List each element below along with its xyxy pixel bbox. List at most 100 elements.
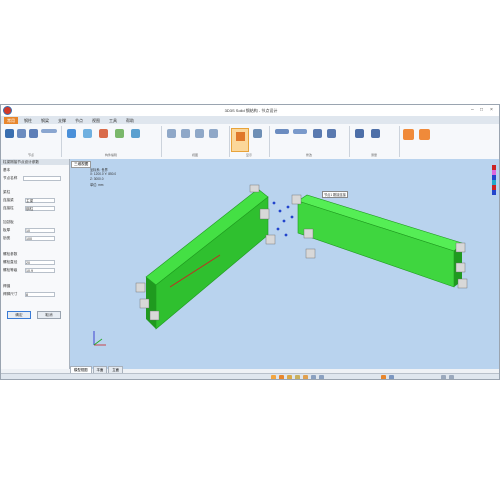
connection-plate[interactable] bbox=[135, 282, 146, 293]
array-icon[interactable] bbox=[17, 129, 26, 138]
mirror-icon[interactable] bbox=[29, 129, 38, 138]
ortho-icon[interactable] bbox=[287, 375, 292, 379]
bolt[interactable] bbox=[284, 233, 288, 237]
weld-size-field[interactable]: 8 bbox=[25, 292, 55, 297]
tab-home[interactable]: 常用 bbox=[4, 117, 18, 124]
connection-plate[interactable] bbox=[259, 208, 270, 220]
view-front-icon[interactable] bbox=[167, 129, 176, 138]
bolt[interactable] bbox=[278, 209, 282, 213]
section-beam-column: 梁柱 bbox=[3, 190, 11, 194]
lineweight-icon[interactable] bbox=[319, 375, 324, 379]
connection-plate[interactable] bbox=[305, 248, 316, 259]
parameter-panel: 柱梁刚接节点设计参数 基本 节点名称 梁柱 连接梁 主梁 连接柱 钢柱 加劲板 … bbox=[1, 159, 70, 369]
connection-plate[interactable] bbox=[457, 278, 468, 289]
bolt-diameter-field[interactable]: 20 bbox=[25, 260, 55, 265]
window-title: 3D3S Solid 钢结构 - 节点设计 bbox=[224, 108, 278, 113]
extend-icon[interactable] bbox=[115, 129, 124, 138]
connection-plate[interactable] bbox=[149, 310, 160, 321]
app-logo-icon[interactable] bbox=[3, 106, 12, 115]
bolt[interactable] bbox=[286, 205, 290, 209]
connection-plate[interactable] bbox=[139, 298, 150, 309]
3d-viewport[interactable]: 三维视图 坐标系: 世界 X: 1200.0 Y: 850.0 Z: 3000.… bbox=[70, 159, 499, 369]
bolt-grade-field[interactable]: 10.9 bbox=[25, 268, 55, 273]
ribbon-group-edit: 构件编辑 bbox=[61, 126, 162, 157]
title-bar: 3D3S Solid 钢结构 - 节点设计 – □ × bbox=[1, 105, 499, 116]
view-side-icon[interactable] bbox=[181, 129, 190, 138]
tab-brace[interactable]: 支撑 bbox=[55, 117, 69, 124]
grid-icon[interactable] bbox=[279, 375, 284, 379]
tab-help[interactable]: 帮助 bbox=[123, 117, 137, 124]
tab-view[interactable]: 视图 bbox=[89, 117, 103, 124]
properties-icon[interactable] bbox=[313, 129, 322, 138]
view-top-icon[interactable] bbox=[195, 129, 204, 138]
cancel-button[interactable]: 取消 bbox=[37, 311, 61, 319]
rib-width-field[interactable]: 100 bbox=[25, 236, 55, 241]
color-legend bbox=[492, 165, 496, 195]
tab-node[interactable]: 节点 bbox=[72, 117, 86, 124]
edit-icon[interactable] bbox=[41, 129, 57, 133]
polar-icon[interactable] bbox=[295, 375, 300, 379]
delete-icon[interactable] bbox=[99, 129, 108, 138]
trim-icon[interactable] bbox=[131, 129, 140, 138]
distance-icon[interactable] bbox=[371, 129, 380, 138]
field-label: 连接柱 bbox=[3, 206, 14, 210]
osnap-icon[interactable] bbox=[303, 375, 308, 379]
connection-plate[interactable] bbox=[455, 262, 466, 273]
right-beam-web[interactable] bbox=[297, 200, 455, 288]
ribbon-group-view: 视图 bbox=[161, 126, 230, 157]
snap-icon[interactable] bbox=[271, 375, 276, 379]
view-tabs: 模型视图 平面 立面 bbox=[70, 366, 170, 374]
report-icon[interactable] bbox=[403, 129, 414, 140]
panel-header: 柱梁刚接节点设计参数 bbox=[1, 159, 69, 165]
ribbon-group-measure: 测量 bbox=[349, 126, 400, 157]
ribbon-group-modify: 修改 bbox=[269, 126, 350, 157]
connection-plate[interactable] bbox=[249, 184, 260, 193]
field-label: 螺栓等级 bbox=[3, 268, 18, 272]
bolt[interactable] bbox=[276, 227, 280, 231]
model-canvas[interactable] bbox=[70, 159, 499, 369]
ribbon-group-label: 节点 bbox=[27, 153, 34, 157]
node-tool-icon bbox=[236, 132, 245, 141]
tab-beam[interactable]: 钢梁 bbox=[38, 117, 52, 124]
maximize-icon[interactable]: □ bbox=[480, 107, 483, 113]
field-label: 节点名称 bbox=[3, 176, 18, 180]
close-icon[interactable]: × bbox=[490, 107, 493, 113]
filter-icon[interactable] bbox=[293, 129, 307, 134]
column-select[interactable]: 钢柱 bbox=[25, 206, 55, 211]
section-basic: 基本 bbox=[3, 168, 11, 172]
tab-tools[interactable]: 工具 bbox=[106, 117, 120, 124]
layer-icon[interactable] bbox=[275, 129, 289, 134]
node-name-field[interactable] bbox=[23, 176, 61, 181]
rotate-icon[interactable] bbox=[5, 129, 14, 138]
ok-button[interactable]: 确定 bbox=[7, 311, 31, 319]
ribbon-group-display: 显示 bbox=[229, 126, 270, 157]
tab-column[interactable]: 钢柱 bbox=[21, 117, 35, 124]
settings-icon[interactable] bbox=[381, 375, 386, 379]
connection-plate[interactable] bbox=[455, 242, 466, 253]
zoom-icon[interactable] bbox=[441, 375, 446, 379]
connection-plate[interactable] bbox=[291, 194, 302, 205]
tracking-icon[interactable] bbox=[311, 375, 316, 379]
beam-select[interactable]: 主梁 bbox=[25, 198, 55, 203]
view-iso-icon[interactable] bbox=[209, 129, 218, 138]
pan-icon[interactable] bbox=[449, 375, 454, 379]
move-icon[interactable] bbox=[83, 129, 92, 138]
export-icon[interactable] bbox=[419, 129, 430, 140]
display-icon[interactable] bbox=[253, 129, 262, 138]
layout-icon[interactable] bbox=[389, 375, 394, 379]
bolt[interactable] bbox=[272, 201, 276, 205]
bolt[interactable] bbox=[282, 219, 286, 223]
copy-icon[interactable] bbox=[67, 129, 76, 138]
list-icon[interactable] bbox=[327, 129, 336, 138]
highlighted-tool-button[interactable] bbox=[231, 128, 249, 152]
plate-thickness-field[interactable]: 10 bbox=[25, 228, 55, 233]
connection-plate[interactable] bbox=[265, 234, 276, 245]
ribbon-tabs: 常用 钢柱 钢梁 支撑 节点 视图 工具 帮助 bbox=[1, 116, 499, 124]
bolt[interactable] bbox=[290, 215, 294, 219]
connection-plate[interactable] bbox=[303, 228, 314, 239]
ribbon-group-label: 显示 bbox=[245, 153, 252, 157]
ribbon-group-label: 测量 bbox=[370, 153, 377, 157]
measure-icon[interactable] bbox=[355, 129, 364, 138]
minimize-icon[interactable]: – bbox=[471, 107, 474, 113]
application-window: 3D3S Solid 钢结构 - 节点设计 – □ × 常用 钢柱 钢梁 支撑 … bbox=[0, 104, 500, 380]
